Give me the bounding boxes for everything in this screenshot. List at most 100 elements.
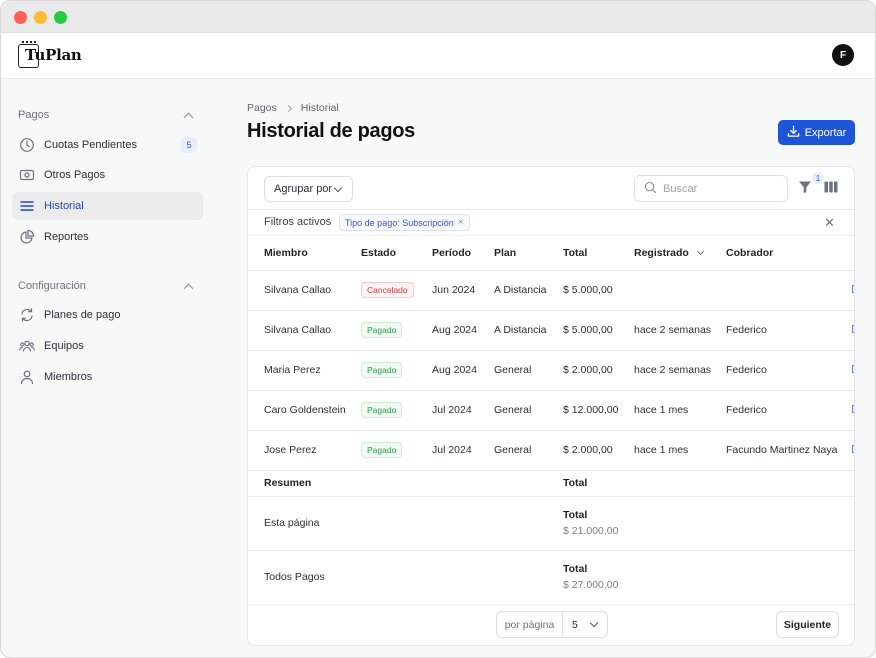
sidebar-item-equipos[interactable]: Equipos bbox=[12, 332, 203, 360]
summary-row: Todos Pagos Total $ 27.000,00 bbox=[248, 550, 854, 605]
search-input[interactable] bbox=[663, 182, 773, 195]
breadcrumb-parent-link[interactable]: Pagos bbox=[247, 102, 277, 114]
window-zoom-button[interactable] bbox=[54, 11, 67, 24]
column-header-plan[interactable]: Plan bbox=[494, 236, 563, 271]
filter-icon[interactable] bbox=[798, 180, 812, 197]
filter-chip-label: Tipo de pago: Subscripción bbox=[345, 217, 454, 228]
group-by-label: Agrupar por bbox=[274, 183, 333, 195]
columns-icon[interactable] bbox=[824, 181, 838, 196]
summary-total-value: $ 27.000,00 bbox=[563, 579, 619, 591]
per-page-label: por página bbox=[497, 612, 563, 637]
row-action-icon[interactable] bbox=[852, 405, 854, 413]
remove-filter-icon[interactable]: × bbox=[458, 217, 464, 228]
chevron-up-icon bbox=[183, 112, 194, 122]
table-row[interactable]: Caro Goldenstein Pagado Jul 2024 General… bbox=[248, 390, 854, 431]
cell-member: Caro Goldenstein bbox=[248, 390, 361, 431]
cell-plan: General bbox=[494, 390, 563, 431]
sidebar-section-configuracion[interactable]: Configuración bbox=[18, 277, 198, 295]
cell-collector: Federico bbox=[726, 350, 852, 391]
active-filters-label: Filtros activos bbox=[264, 216, 332, 228]
user-icon bbox=[19, 369, 35, 385]
cell-collector: Federico bbox=[726, 310, 852, 351]
download-icon bbox=[787, 125, 800, 141]
notebook-logo-icon bbox=[18, 41, 39, 68]
breadcrumb-current: Historial bbox=[300, 102, 339, 114]
cell-collector bbox=[726, 270, 852, 311]
column-header-miembro[interactable]: Miembro bbox=[248, 236, 361, 271]
cell-actions bbox=[852, 310, 854, 351]
search-box[interactable] bbox=[634, 175, 788, 202]
clear-filters-icon[interactable]: ✕ bbox=[824, 215, 835, 231]
sidebar-item-label: Equipos bbox=[44, 340, 84, 352]
row-action-icon[interactable] bbox=[852, 285, 854, 293]
cell-period: Jul 2024 bbox=[432, 430, 494, 471]
sidebar-item-label: Reportes bbox=[44, 231, 89, 243]
refresh-icon bbox=[19, 307, 35, 323]
column-header-cobrador[interactable]: Cobrador bbox=[726, 236, 852, 271]
status-badge: Pagado bbox=[361, 402, 403, 418]
sidebar-item-otros-pagos[interactable]: Otros Pagos bbox=[12, 161, 203, 189]
cell-plan: A Distancia bbox=[494, 310, 563, 351]
cell-registered bbox=[634, 270, 726, 311]
app-header: TuPlan F bbox=[1, 33, 875, 79]
sidebar-item-miembros[interactable]: Miembros bbox=[12, 363, 203, 391]
column-header-periodo[interactable]: Período bbox=[432, 236, 494, 271]
sidebar-section-pagos[interactable]: Pagos bbox=[18, 106, 198, 124]
summary-total-label: Total bbox=[563, 563, 588, 575]
status-badge: Pagado bbox=[361, 442, 403, 458]
list-icon bbox=[19, 198, 35, 214]
sidebar-item-reportes[interactable]: Reportes bbox=[12, 223, 203, 251]
app-logo[interactable]: TuPlan bbox=[18, 41, 82, 69]
summary-label: Resumen bbox=[248, 470, 361, 497]
sidebar-item-cuotas-pendientes[interactable]: Cuotas Pendientes 5 bbox=[12, 131, 203, 159]
sort-chevron-down-icon bbox=[696, 247, 704, 255]
per-page-value[interactable]: 5 bbox=[563, 612, 607, 637]
summary-header-row: Resumen Total bbox=[248, 470, 854, 497]
cell-registered: hace 1 mes bbox=[634, 430, 726, 471]
column-header-estado[interactable]: Estado bbox=[361, 236, 432, 271]
column-header-actions bbox=[852, 236, 854, 271]
status-badge: Pagado bbox=[361, 322, 403, 338]
table-row[interactable]: Silvana Callao Cancelado Jun 2024 A Dist… bbox=[248, 270, 854, 311]
cell-actions bbox=[852, 430, 854, 471]
cell-member: Silvana Callao bbox=[248, 270, 361, 311]
row-action-icon[interactable] bbox=[852, 365, 854, 373]
column-header-label: Registrado bbox=[634, 246, 689, 259]
user-avatar[interactable]: F bbox=[832, 44, 854, 66]
cell-total: $ 2.000,00 bbox=[563, 350, 634, 391]
pie-chart-icon bbox=[19, 229, 35, 245]
payments-table: Miembro Estado Período Plan Total Regist… bbox=[248, 236, 854, 605]
sidebar-item-historial[interactable]: Historial bbox=[12, 192, 203, 220]
group-by-dropdown[interactable]: Agrupar por bbox=[264, 176, 353, 202]
sidebar-item-planes-de-pago[interactable]: Planes de pago bbox=[12, 301, 203, 329]
clock-icon bbox=[19, 137, 35, 153]
row-action-icon[interactable] bbox=[852, 445, 854, 453]
table-row[interactable]: Jose Perez Pagado Jul 2024 General $ 2.0… bbox=[248, 430, 854, 471]
cell-member: Maria Perez bbox=[248, 350, 361, 391]
search-icon bbox=[644, 181, 657, 197]
next-page-button[interactable]: Siguiente bbox=[776, 611, 839, 638]
sidebar-item-label: Miembros bbox=[44, 371, 93, 383]
table-row[interactable]: Silvana Callao Pagado Aug 2024 A Distanc… bbox=[248, 310, 854, 351]
cash-icon bbox=[19, 167, 35, 183]
summary-total-header: Total bbox=[563, 470, 634, 497]
window-minimize-button[interactable] bbox=[34, 11, 47, 24]
column-header-total[interactable]: Total bbox=[563, 236, 634, 271]
filter-chip[interactable]: Tipo de pago: Subscripción × bbox=[339, 214, 470, 231]
cell-plan: General bbox=[494, 350, 563, 391]
cell-actions bbox=[852, 390, 854, 431]
cell-total: $ 12.000,00 bbox=[563, 390, 634, 431]
row-action-icon[interactable] bbox=[852, 325, 854, 333]
cell-total: $ 2.000,00 bbox=[563, 430, 634, 471]
export-button[interactable]: Exportar bbox=[778, 120, 855, 145]
column-header-registrado[interactable]: Registrado bbox=[634, 236, 726, 271]
table-row[interactable]: Maria Perez Pagado Aug 2024 General $ 2.… bbox=[248, 350, 854, 391]
cell-status: Pagado bbox=[361, 310, 432, 351]
window-close-button[interactable] bbox=[14, 11, 27, 24]
cell-period: Aug 2024 bbox=[432, 310, 494, 351]
cell-plan: A Distancia bbox=[494, 270, 563, 311]
sidebar-item-label: Cuotas Pendientes bbox=[44, 139, 137, 151]
per-page-select[interactable]: por página 5 bbox=[496, 611, 608, 638]
chevron-down-icon bbox=[589, 618, 599, 628]
filter-count-badge: 1 bbox=[812, 172, 824, 184]
